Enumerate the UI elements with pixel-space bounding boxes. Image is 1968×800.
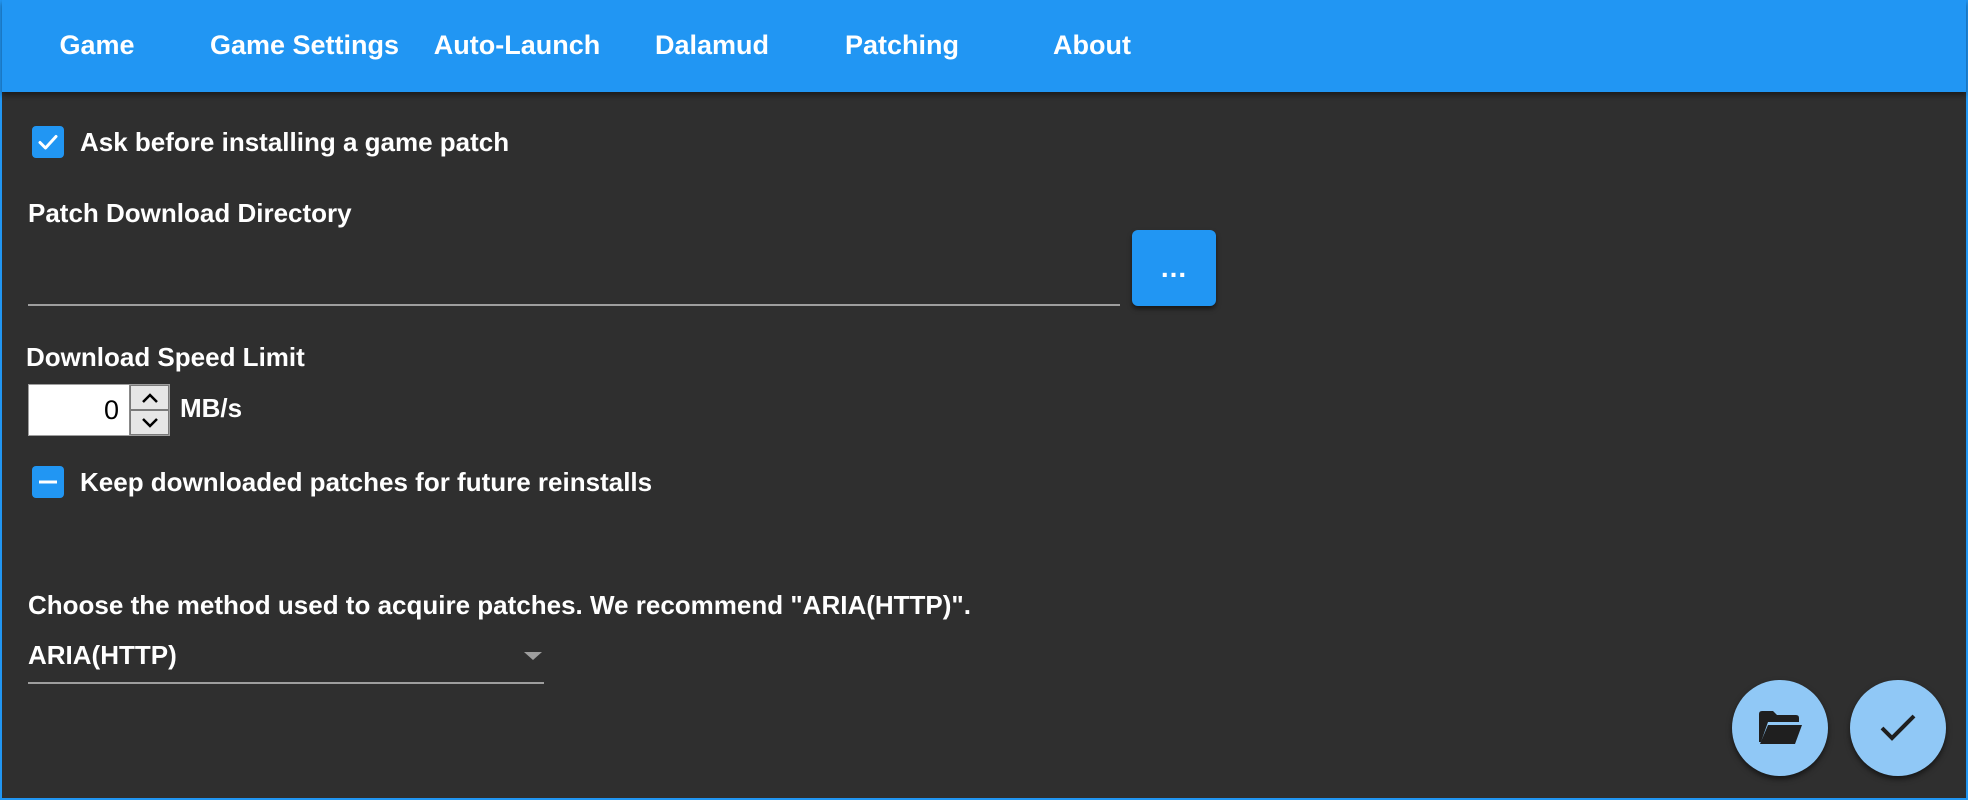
tab-dalamud[interactable]: Dalamud <box>642 0 782 90</box>
chevron-up-icon <box>141 392 158 403</box>
ask-before-install-label: Ask before installing a game patch <box>80 126 510 157</box>
tab-label: Game Settings <box>209 29 400 60</box>
spin-down-button[interactable] <box>130 410 169 435</box>
tab-label: Patching <box>844 29 959 60</box>
save-confirm-button[interactable] <box>1850 680 1946 776</box>
patch-method-select[interactable]: ARIA(HTTP) <box>28 634 544 684</box>
settings-window: Game Game Settings Auto-Launch Dalamud P… <box>0 0 1968 800</box>
tab-label: Auto-Launch <box>433 29 601 60</box>
download-dir-label: Patch Download Directory <box>28 198 352 228</box>
tab-label: Game <box>59 29 135 60</box>
speed-unit-label: MB/s <box>180 393 243 423</box>
tab-label: About <box>1053 29 1131 60</box>
ask-before-install-checkbox[interactable]: Ask before installing a game patch <box>32 126 509 158</box>
spin-up-button[interactable] <box>130 385 169 410</box>
minus-icon <box>39 480 57 484</box>
tab-game[interactable]: Game <box>32 0 162 90</box>
browse-button-label: ... <box>1160 252 1188 283</box>
open-folder-button[interactable] <box>1732 680 1828 776</box>
checkmark-icon <box>38 135 58 150</box>
check-icon <box>1880 714 1916 741</box>
browse-directory-button[interactable]: ... <box>1132 230 1216 306</box>
tab-patching[interactable]: Patching <box>832 0 972 90</box>
keep-patches-checkbox[interactable]: Keep downloaded patches for future reins… <box>32 466 652 498</box>
spinner <box>129 385 169 435</box>
checkbox-checked[interactable] <box>32 126 64 158</box>
keep-patches-label: Keep downloaded patches for future reins… <box>80 466 653 497</box>
speed-limit-stepper[interactable]: 0 <box>28 384 170 436</box>
tab-label: Dalamud <box>654 29 770 60</box>
tab-about[interactable]: About <box>1032 0 1152 90</box>
method-selected-value: ARIA(HTTP) <box>28 640 177 670</box>
speed-limit-label: Download Speed Limit <box>26 342 305 372</box>
download-dir-input[interactable] <box>28 238 1120 306</box>
chevron-down-icon <box>524 652 542 660</box>
tab-auto-launch[interactable]: Auto-Launch <box>427 0 607 90</box>
folder-open-icon <box>1759 711 1802 744</box>
chevron-down-icon <box>141 417 158 428</box>
method-prompt: Choose the method used to acquire patche… <box>28 590 971 620</box>
checkbox-indeterminate[interactable] <box>32 466 64 498</box>
tab-game-settings[interactable]: Game Settings <box>202 0 407 90</box>
speed-limit-value[interactable]: 0 <box>29 385 129 435</box>
tab-bar: Game Game Settings Auto-Launch Dalamud P… <box>2 0 1966 92</box>
